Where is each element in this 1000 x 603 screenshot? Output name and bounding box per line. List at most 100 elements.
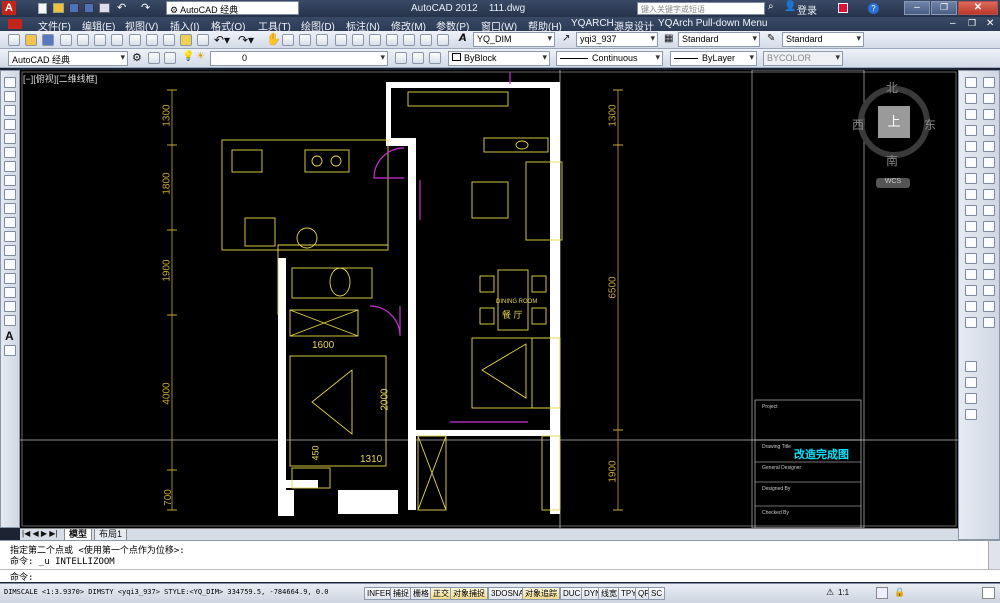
- tool-palettes-icon[interactable]: [369, 34, 381, 46]
- paste-icon[interactable]: [163, 34, 175, 46]
- textstyle-combo[interactable]: Standard: [678, 32, 760, 47]
- menu-yqarch[interactable]: YQARCH: [571, 18, 614, 29]
- linetype-combo[interactable]: Continuous: [556, 51, 663, 66]
- new-icon[interactable]: [8, 34, 20, 46]
- menu-restore-button[interactable]: ❐: [968, 18, 976, 29]
- zoom-realtime-icon[interactable]: [282, 34, 294, 46]
- line-icon[interactable]: [4, 77, 16, 88]
- dim-style-icon[interactable]: [983, 317, 995, 328]
- undo-toolbar-icon[interactable]: ↶▾: [214, 33, 230, 47]
- dim-continue-icon[interactable]: [983, 205, 995, 216]
- layer-manager-icon[interactable]: [148, 52, 160, 64]
- lineweight-combo[interactable]: ByLayer: [670, 51, 757, 66]
- viewcube-east[interactable]: 东: [924, 116, 936, 133]
- status-ortho[interactable]: 正交: [430, 587, 452, 600]
- scale-icon[interactable]: [965, 189, 977, 200]
- dimstyle-combo[interactable]: YQ_DIM: [473, 32, 555, 47]
- dim-linear-icon[interactable]: [983, 77, 995, 88]
- exchange-icon[interactable]: [838, 3, 848, 13]
- command-input[interactable]: 命令:: [0, 569, 1000, 583]
- spline-icon[interactable]: [4, 189, 16, 200]
- status-lineweight[interactable]: 线宽: [598, 587, 620, 600]
- polyline-icon[interactable]: [4, 105, 16, 116]
- tablestyle-combo[interactable]: Standard: [782, 32, 864, 47]
- dim-radius-icon[interactable]: [983, 141, 995, 152]
- construction-line-icon[interactable]: [4, 91, 16, 102]
- copy-object-icon[interactable]: [965, 93, 977, 104]
- plot-icon[interactable]: [60, 34, 72, 46]
- open-icon[interactable]: [25, 34, 37, 46]
- status-osnap[interactable]: 对象捕捉: [450, 587, 488, 600]
- ellipse-arc-icon[interactable]: [4, 217, 16, 228]
- dim-update-icon[interactable]: [983, 301, 995, 312]
- chamfer-icon[interactable]: [965, 285, 977, 296]
- dim-angular-icon[interactable]: [983, 173, 995, 184]
- workspace-combo[interactable]: ⚙ AutoCAD 经典: [166, 1, 299, 15]
- move-icon[interactable]: [965, 157, 977, 168]
- menu-app-icon[interactable]: [8, 19, 22, 29]
- plotstyle-combo[interactable]: BYCOLOR: [763, 51, 843, 66]
- pan-icon[interactable]: ✋: [266, 32, 281, 46]
- search-icon[interactable]: ⌕: [768, 1, 774, 12]
- make-block-icon[interactable]: [4, 245, 16, 256]
- rotate-icon[interactable]: [965, 173, 977, 184]
- close-button[interactable]: ✕: [958, 1, 998, 15]
- block-editor-icon[interactable]: [197, 34, 209, 46]
- undo-icon[interactable]: ↶: [117, 1, 126, 14]
- menu-close-button[interactable]: ✕: [986, 18, 994, 29]
- status-grid[interactable]: 栅格: [410, 587, 432, 600]
- zoom-window-icon[interactable]: [299, 34, 311, 46]
- qleader-icon[interactable]: [983, 221, 995, 232]
- 3dprint-icon[interactable]: [111, 34, 123, 46]
- dim-text-edit-icon[interactable]: [983, 285, 995, 296]
- explode-icon[interactable]: [965, 317, 977, 328]
- mtext-icon[interactable]: A: [5, 329, 14, 343]
- draworder-front-icon[interactable]: [965, 377, 977, 388]
- viewcube-west[interactable]: 西: [852, 116, 864, 133]
- annotation-scale-icon[interactable]: ⚠: [826, 587, 834, 598]
- zoom-previous-icon[interactable]: [316, 34, 328, 46]
- polygon-icon[interactable]: [4, 119, 16, 130]
- app-logo[interactable]: A: [2, 1, 16, 15]
- offset-icon[interactable]: [965, 125, 977, 136]
- markup-icon[interactable]: [403, 34, 415, 46]
- draworder-back-icon[interactable]: [965, 393, 977, 404]
- preview-icon[interactable]: [77, 34, 89, 46]
- status-sc[interactable]: SC: [648, 587, 666, 600]
- join-icon[interactable]: [965, 269, 977, 280]
- menu-yqarch-pulldown[interactable]: YQArch Pull-down Menu: [658, 18, 768, 29]
- layer-previous-icon[interactable]: [412, 52, 424, 64]
- login-link[interactable]: 登录: [797, 2, 817, 17]
- status-snap[interactable]: 捕捉: [390, 587, 412, 600]
- dim-ordinate-icon[interactable]: [983, 125, 995, 136]
- quick-access-saveas-icon[interactable]: [84, 3, 94, 13]
- command-scrollbar[interactable]: [988, 541, 1000, 569]
- design-center-icon[interactable]: [352, 34, 364, 46]
- lock-icon[interactable]: 🔒: [894, 587, 905, 598]
- redo-icon[interactable]: ↷: [141, 1, 150, 14]
- layer-states-icon[interactable]: [164, 52, 176, 64]
- calc-icon[interactable]: [420, 34, 432, 46]
- minimize-button[interactable]: –: [904, 1, 930, 15]
- quick-access-new-icon[interactable]: [38, 3, 47, 14]
- stretch-icon[interactable]: [965, 205, 977, 216]
- hatch-icon[interactable]: [4, 273, 16, 284]
- sun-icon[interactable]: ☀: [196, 51, 205, 62]
- search-box[interactable]: 键入关键字或短语: [637, 2, 765, 15]
- workspace-settings-icon[interactable]: ⚙: [132, 51, 142, 64]
- copy-icon[interactable]: [146, 34, 158, 46]
- quick-access-save-icon[interactable]: [69, 3, 79, 13]
- help-icon[interactable]: ?: [868, 3, 879, 14]
- gradient-icon[interactable]: [4, 287, 16, 298]
- help-toolbar-icon[interactable]: [437, 34, 449, 46]
- add-selected-icon[interactable]: [4, 345, 16, 356]
- restore-button[interactable]: ❐: [931, 1, 957, 15]
- lightbulb-icon[interactable]: 💡: [182, 51, 194, 62]
- fillet-icon[interactable]: [965, 301, 977, 312]
- cut-icon[interactable]: [129, 34, 141, 46]
- dim-arc-icon[interactable]: [983, 109, 995, 120]
- arc-icon[interactable]: [4, 147, 16, 158]
- annotation-scale[interactable]: 1:1: [838, 588, 849, 597]
- viewcube-top-face[interactable]: 上: [878, 106, 910, 138]
- draworder-icon[interactable]: [965, 361, 977, 372]
